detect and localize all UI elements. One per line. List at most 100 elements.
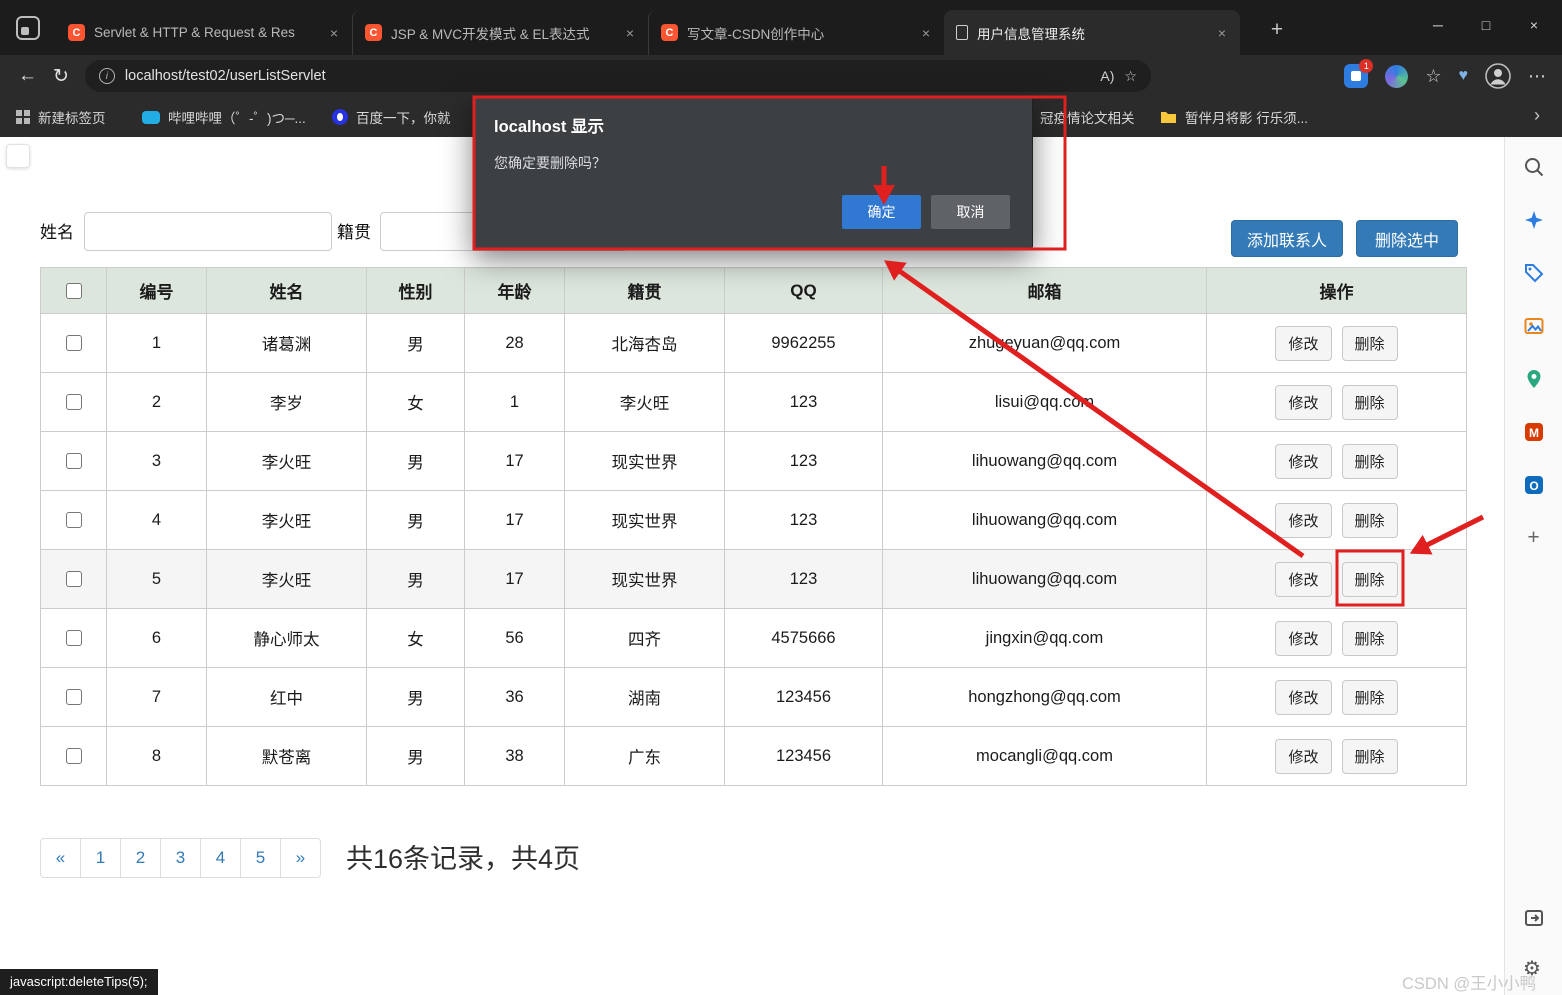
pagination-page[interactable]: 3 xyxy=(160,838,201,878)
tab-workspaces-icon[interactable] xyxy=(16,16,40,40)
row-checkbox[interactable] xyxy=(66,335,82,351)
delete-button[interactable]: 删除 xyxy=(1342,385,1398,420)
sidebar-maps-pin-icon[interactable] xyxy=(1523,368,1545,390)
address-bar[interactable]: i localhost/test02/userListServlet A) ☆ xyxy=(85,60,1151,92)
bookmark-label: 百度一下，你就 xyxy=(356,107,451,127)
read-aloud-icon[interactable]: A) xyxy=(1100,68,1114,84)
tab-close-icon[interactable]: × xyxy=(622,25,638,41)
delete-button[interactable]: 删除 xyxy=(1342,621,1398,656)
tab-close-icon[interactable]: × xyxy=(326,25,342,41)
bookmark-item[interactable]: 暂伴月将影 行乐须... xyxy=(1160,97,1308,137)
close-window-button[interactable]: × xyxy=(1510,6,1558,44)
minimize-button[interactable]: ─ xyxy=(1414,6,1462,44)
add-favorite-star-icon[interactable]: ☆ xyxy=(1124,68,1137,85)
sidebar-outlook-icon[interactable]: O xyxy=(1523,474,1545,496)
row-checkbox[interactable] xyxy=(66,394,82,410)
browser-essentials-icon[interactable]: ♥ xyxy=(1459,67,1469,85)
tab-title: 用户信息管理系统 xyxy=(977,23,1205,43)
bookmark-item[interactable]: 新建标签页 xyxy=(16,97,106,137)
sidebar-copilot-icon[interactable] xyxy=(1523,209,1545,231)
cell-qq: 123 xyxy=(725,373,883,432)
sidebar-shopping-icon[interactable] xyxy=(1523,262,1545,284)
select-all-checkbox[interactable] xyxy=(66,283,82,299)
edge-sidebar: M O + ⚙ xyxy=(1504,137,1562,995)
back-icon[interactable]: ← xyxy=(18,65,37,87)
swirl-extension-icon[interactable] xyxy=(1385,65,1408,88)
site-info-icon[interactable]: i xyxy=(99,68,115,84)
cell-email: hongzhong@qq.com xyxy=(883,668,1207,727)
row-checkbox[interactable] xyxy=(66,571,82,587)
refresh-icon[interactable]: ↻ xyxy=(53,65,69,88)
table-row: 4 李火旺 男 17 现实世界 123 lihuowang@qq.com 修改 … xyxy=(41,491,1467,550)
cell-age: 38 xyxy=(465,727,565,786)
edit-button[interactable]: 修改 xyxy=(1275,739,1331,774)
tab-title: Servlet & HTTP & Request & Res xyxy=(94,25,317,40)
cell-origin: 四齐 xyxy=(565,609,725,668)
delete-button[interactable]: 删除 xyxy=(1342,739,1398,774)
sidebar-microsoft365-icon[interactable]: M xyxy=(1523,421,1545,443)
edit-button[interactable]: 修改 xyxy=(1275,503,1331,538)
delete-button[interactable]: 删除 xyxy=(1342,444,1398,479)
table-row-delete-target: 5 李火旺 男 17 现实世界 123 lihuowang@qq.com 修改 … xyxy=(41,550,1467,609)
delete-selected-button[interactable]: 删除选中 xyxy=(1356,220,1458,257)
maximize-button[interactable]: □ xyxy=(1462,6,1510,44)
row-checkbox[interactable] xyxy=(66,748,82,764)
sidebar-search-icon[interactable] xyxy=(1523,156,1545,178)
sidebar-panel-icon[interactable] xyxy=(1523,907,1545,929)
new-tab-button[interactable]: + xyxy=(1262,16,1292,46)
extension-icon[interactable]: 1 xyxy=(1344,64,1368,88)
sidebar-image-creator-icon[interactable] xyxy=(1523,315,1545,337)
delete-button[interactable]: 删除 xyxy=(1342,503,1398,538)
cell-email: jingxin@qq.com xyxy=(883,609,1207,668)
pagination-page[interactable]: 2 xyxy=(120,838,161,878)
browser-tab[interactable]: C Servlet & HTTP & Request & Res × xyxy=(56,10,352,55)
cell-age: 36 xyxy=(465,668,565,727)
name-filter-input[interactable] xyxy=(84,212,332,251)
browser-tab[interactable]: C 写文章-CSDN创作中心 × xyxy=(648,10,944,55)
settings-menu-icon[interactable]: ⋯ xyxy=(1528,66,1546,87)
bookmarks-overflow-icon[interactable]: › xyxy=(1534,105,1540,126)
table-row: 7 红中 男 36 湖南 123456 hongzhong@qq.com 修改 … xyxy=(41,668,1467,727)
row-checkbox[interactable] xyxy=(66,453,82,469)
tab-strip: C Servlet & HTTP & Request & Res × C JSP… xyxy=(56,10,1240,55)
favorites-icon[interactable]: ☆ xyxy=(1425,66,1441,87)
edit-button[interactable]: 修改 xyxy=(1275,444,1331,479)
pagination-page[interactable]: 5 xyxy=(240,838,281,878)
delete-button-highlighted[interactable]: 删除 xyxy=(1342,562,1398,597)
edit-button[interactable]: 修改 xyxy=(1275,621,1331,656)
url-text: localhost/test02/userListServlet xyxy=(125,68,326,84)
pagination-next[interactable]: » xyxy=(280,838,321,878)
delete-button[interactable]: 删除 xyxy=(1342,326,1398,361)
profile-avatar[interactable] xyxy=(1485,63,1511,89)
dialog-confirm-button[interactable]: 确定 xyxy=(842,195,921,229)
edit-button[interactable]: 修改 xyxy=(1275,385,1331,420)
delete-button[interactable]: 删除 xyxy=(1342,680,1398,715)
csdn-watermark: CSDN @王小小鸭 xyxy=(1402,970,1536,994)
pagination-page[interactable]: 1 xyxy=(80,838,121,878)
sidebar-add-tool-icon[interactable]: + xyxy=(1523,527,1545,549)
browser-tab[interactable]: C JSP & MVC开发模式 & EL表达式 × xyxy=(352,10,648,55)
cell-email: lisui@qq.com xyxy=(883,373,1207,432)
bookmark-item[interactable]: 百度一下，你就 xyxy=(332,97,451,137)
add-contact-button[interactable]: 添加联系人 xyxy=(1231,220,1343,257)
edit-button[interactable]: 修改 xyxy=(1275,562,1331,597)
edit-button[interactable]: 修改 xyxy=(1275,326,1331,361)
toolbar-right-icons: 1 ☆ ♥ ⋯ xyxy=(1344,63,1562,89)
pagination-prev[interactable]: « xyxy=(40,838,81,878)
cell-origin: 广东 xyxy=(565,727,725,786)
bookmark-item[interactable]: 冠疫情论文相关 xyxy=(1040,97,1135,137)
browser-tab-active[interactable]: 用户信息管理系统 × xyxy=(944,10,1240,55)
bookmark-item[interactable]: 哔哩哔哩（゜-゜)つ─... xyxy=(142,97,306,137)
pagination-page[interactable]: 4 xyxy=(200,838,241,878)
tab-close-icon[interactable]: × xyxy=(918,25,934,41)
cell-gender: 男 xyxy=(367,314,465,373)
cell-origin: 现实世界 xyxy=(565,491,725,550)
page-corner-tile xyxy=(6,144,30,168)
edit-button[interactable]: 修改 xyxy=(1275,680,1331,715)
row-checkbox[interactable] xyxy=(66,512,82,528)
row-checkbox[interactable] xyxy=(66,630,82,646)
cell-age: 17 xyxy=(465,432,565,491)
dialog-cancel-button[interactable]: 取消 xyxy=(931,195,1010,229)
row-checkbox[interactable] xyxy=(66,689,82,705)
tab-close-icon[interactable]: × xyxy=(1214,25,1230,41)
